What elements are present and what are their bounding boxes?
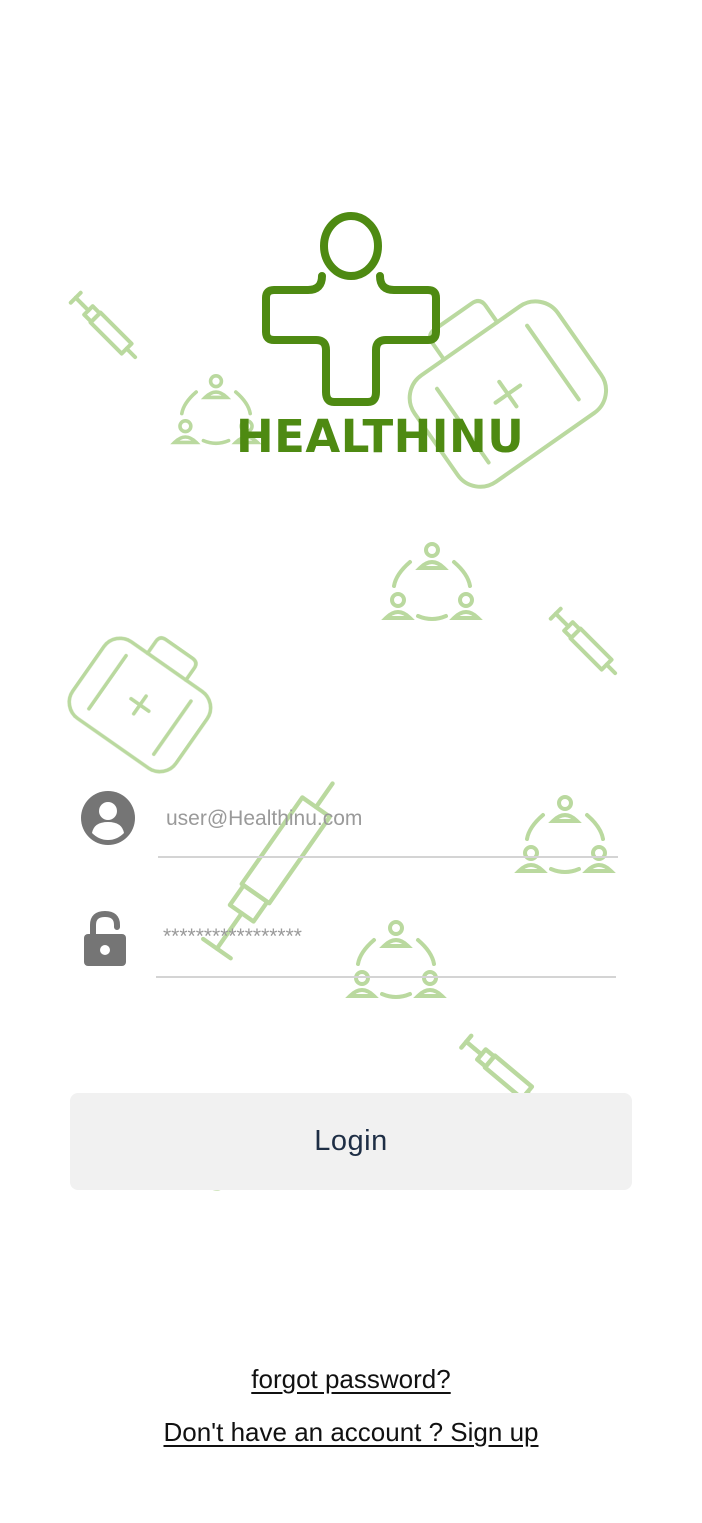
login-screen: HEALTHINU Login forgot password? Don't h… bbox=[0, 0, 702, 1523]
lock-open-icon bbox=[84, 910, 126, 966]
account-circle-icon bbox=[81, 791, 135, 845]
password-field bbox=[0, 900, 702, 990]
password-input[interactable] bbox=[163, 920, 603, 954]
password-underline bbox=[156, 976, 616, 978]
username-input[interactable] bbox=[166, 802, 606, 836]
brand-wordmark: HEALTHINU bbox=[236, 410, 525, 463]
login-button[interactable]: Login bbox=[70, 1093, 632, 1190]
username-underline bbox=[158, 856, 618, 858]
signup-link[interactable]: Don't have an account ? Sign up bbox=[0, 1417, 702, 1448]
username-field bbox=[0, 780, 702, 870]
forgot-password-link[interactable]: forgot password? bbox=[0, 1364, 702, 1395]
